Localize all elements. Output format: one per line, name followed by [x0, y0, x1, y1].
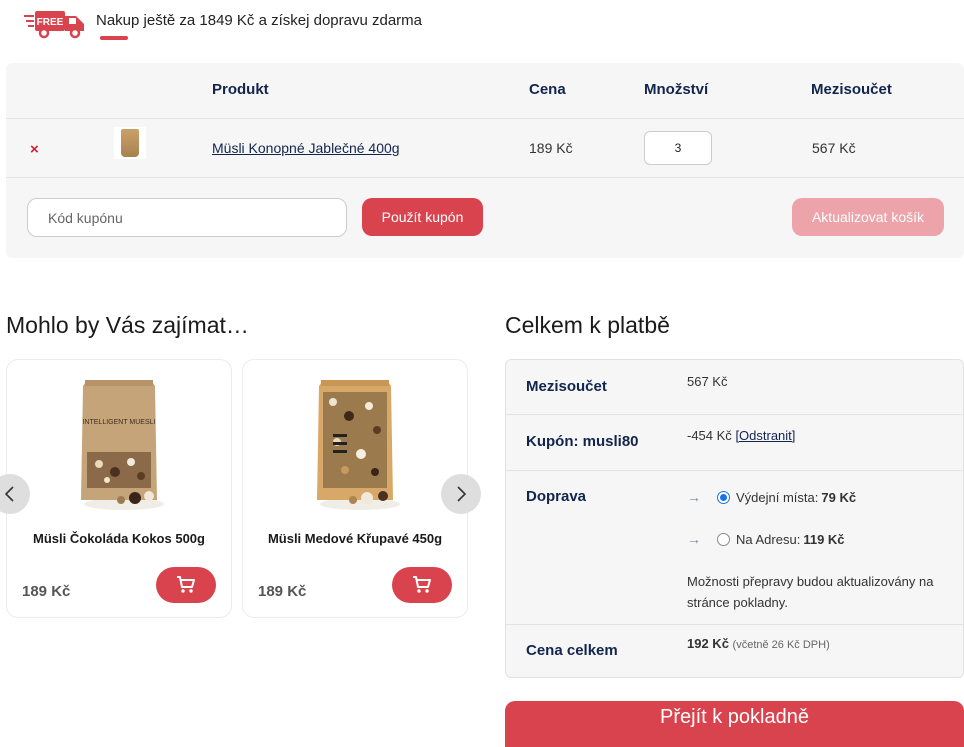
cart-table: Produkt Cena Množství Mezisoučet × Müsli…: [6, 63, 964, 258]
row-divider: [6, 118, 964, 119]
total-amount: 192 Kč: [687, 636, 729, 651]
product-card[interactable]: Müsli Medové Křupavé 450g 189 Kč: [242, 359, 468, 618]
total-label: Cena celkem: [526, 642, 618, 659]
column-header-price: Cena: [529, 81, 566, 98]
arrow-right-icon: →: [687, 489, 701, 505]
product-name[interactable]: Müsli Čokoláda Kokos 500g: [7, 531, 231, 546]
row-divider: [6, 177, 964, 178]
subtotal-value: 567 Kč: [687, 374, 728, 389]
row-divider: [506, 414, 963, 415]
cart-totals-panel: Mezisoučet 567 Kč Kupón: musli80 -454 Kč…: [505, 359, 964, 678]
shipping-option-label[interactable]: Výdejní místa:: [736, 490, 818, 505]
row-divider: [506, 624, 963, 625]
shipping-note: Možnosti přepravy budou aktualizovány na…: [687, 574, 934, 610]
shopping-cart-icon: [413, 576, 431, 593]
recommended-title: Mohlo by Vás zajímat…: [6, 312, 249, 338]
cart-item-price: 189 Kč: [529, 140, 573, 156]
shipping-option-price: 119 Kč: [803, 531, 845, 547]
shipping-option-address[interactable]: → Na Adresu: 119 Kč: [687, 531, 845, 547]
product-name[interactable]: Müsli Medové Křupavé 450g: [243, 531, 467, 546]
add-to-cart-button[interactable]: [392, 567, 452, 603]
shopping-cart-icon: [177, 576, 195, 593]
carousel-next-button[interactable]: [441, 474, 481, 514]
coupon-discount: -454 Kč: [687, 428, 732, 443]
coupon-label: Kupón: musli80: [526, 433, 639, 450]
column-header-product: Produkt: [212, 81, 269, 98]
shipping-option-pickup[interactable]: → Výdejní místa: 79 Kč: [687, 489, 856, 505]
product-image[interactable]: [305, 372, 405, 512]
remove-coupon-link[interactable]: [Odstranit]: [735, 428, 795, 443]
shipping-radio-address[interactable]: [717, 532, 730, 546]
column-header-quantity: Množství: [644, 81, 709, 98]
shipping-radio-pickup[interactable]: [717, 490, 730, 504]
product-price: 189 Kč: [22, 583, 71, 600]
free-badge: FREE: [37, 17, 64, 28]
apply-coupon-button[interactable]: Použít kupón: [362, 198, 483, 236]
coupon-value: -454 Kč [Odstranit]: [687, 428, 795, 443]
free-delivery-truck-icon: FREE: [24, 11, 84, 39]
product-card[interactable]: INTELLIGENT MUESLI Müsli Čokoláda Kokos …: [6, 359, 232, 618]
shipping-label: Doprava: [526, 488, 587, 505]
add-to-cart-button[interactable]: [156, 567, 216, 603]
coupon-code-input[interactable]: [27, 198, 347, 237]
product-price: 189 Kč: [258, 583, 307, 600]
update-cart-button[interactable]: Aktualizovat košík: [792, 198, 944, 236]
chevron-right-icon: [457, 486, 467, 502]
free-shipping-progress: [100, 36, 128, 40]
cart-totals-title: Celkem k platbě: [505, 312, 670, 338]
total-tax: (včetně 26 Kč DPH): [732, 639, 830, 651]
product-thumbnail[interactable]: [114, 127, 146, 159]
shipping-option-price: 79 Kč: [821, 489, 857, 505]
product-image[interactable]: INTELLIGENT MUESLI: [69, 372, 169, 512]
subtotal-label: Mezisoučet: [526, 378, 607, 395]
row-divider: [506, 470, 963, 471]
quantity-input[interactable]: [644, 131, 712, 165]
remove-item-button[interactable]: ×: [30, 141, 39, 158]
package-label: INTELLIGENT MUESLI: [82, 419, 155, 426]
cart-item-name-link[interactable]: Müsli Konopné Jablečné 400g: [212, 140, 400, 156]
checkout-button[interactable]: Přejít k pokladně: [505, 701, 964, 747]
cart-item-subtotal: 567 Kč: [812, 140, 856, 156]
total-value: 192 Kč (včetně 26 Kč DPH): [687, 636, 830, 651]
column-header-subtotal: Mezisoučet: [811, 81, 892, 98]
chevron-left-icon: [4, 486, 14, 502]
free-shipping-text: Nakup ještě za 1849 Kč a získej dopravu …: [96, 12, 423, 29]
arrow-right-icon: →: [687, 531, 701, 547]
shipping-option-label[interactable]: Na Adresu:: [736, 532, 800, 547]
